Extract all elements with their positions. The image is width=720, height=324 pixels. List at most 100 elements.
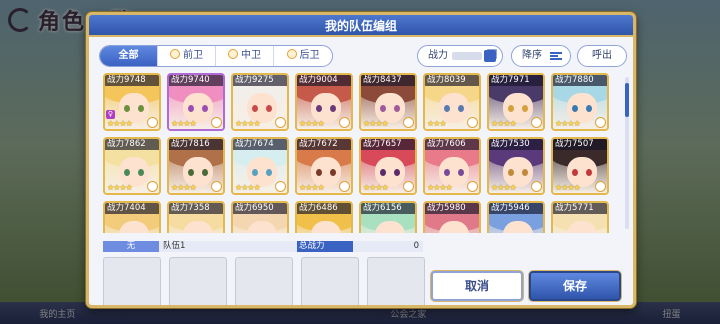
portrait-eye [266,169,272,176]
portrait-eye [458,169,464,176]
portrait-eye [508,105,514,112]
star-rating: ★★★★ [299,119,325,128]
star-rating: ★★★★ [107,119,133,128]
portrait-eye [508,169,514,176]
character-card[interactable]: 战力7358 [167,201,225,233]
sort-order-button[interactable]: 降序 [511,45,571,67]
character-card[interactable]: 战力6486 [295,201,353,233]
portrait-eye [458,105,464,112]
character-power: 战力5771 [553,203,607,214]
character-power: 战力8437 [361,75,415,86]
character-card[interactable]: 战力7404 [103,201,161,233]
team-slot-3[interactable] [235,257,293,305]
character-card[interactable]: 战力7507 ★★★★ [551,137,609,195]
scrollbar-thumb[interactable] [625,83,629,117]
star-rating: ★★★★ [363,119,389,128]
character-card[interactable]: 战力7862 ★★★★ [103,137,161,195]
character-card[interactable]: 战力7606 ★★★★ [423,137,481,195]
portrait-eye [572,105,578,112]
save-button[interactable]: 保存 [529,271,621,301]
portrait-eye [522,169,528,176]
team-slot-2[interactable] [169,257,227,305]
character-card[interactable]: 战力7672 ★★★★ [295,137,353,195]
equipment-icon [467,181,478,192]
character-card[interactable]: 战力7816 ★★★★ [167,137,225,195]
character-power: 战力8039 [425,75,479,86]
portrait-eye [380,105,386,112]
character-power: 战力5980 [425,203,479,214]
character-card[interactable]: 战力7530 ★★★★ [487,137,545,195]
portrait-eye [522,105,528,112]
sort-by-power-button[interactable]: 战力 [417,45,503,67]
portrait-eye [330,169,336,176]
tab-all-label: 全部 [118,50,139,61]
character-card[interactable]: 战力5771 [551,201,609,233]
character-card[interactable]: 战力5980 [423,201,481,233]
sort-by-power-label: 战力 [428,50,448,61]
team-edit-dialog: 我的队伍编组 全部 前卫 中卫 后卫 战力 降序 呼出 战力9748 ★★★★ ♀ 战… [86,12,636,308]
star-rating: ★★★★ [491,119,517,128]
character-card[interactable]: 战力5946 [487,201,545,233]
character-card[interactable]: 战力7880 ★★★★ [551,73,609,131]
character-power: 战力7672 [297,139,351,150]
equipment-icon [467,117,478,128]
character-card[interactable]: 战力9004 ★★★★ [295,73,353,131]
total-power-label: 总战力 [297,241,353,252]
team-slot-1[interactable] [103,257,161,305]
grid-scrollbar[interactable] [625,77,629,229]
character-card[interactable]: 战力9740 ★★★★ [167,73,225,131]
star-rating: ★★★★ [491,183,517,192]
character-power: 战力7862 [105,139,159,150]
character-card[interactable]: 战力6950 [231,201,289,233]
front-position-icon [170,49,180,59]
character-power: 战力5946 [489,203,543,214]
portrait-eye [572,169,578,176]
equipment-icon [595,117,606,128]
rank-badge-icon: ♀ [106,110,115,119]
character-card[interactable]: 战力7674 ★★★★ [231,137,289,195]
power-bar-icon [452,52,482,60]
team-panel: 无 队伍1 总战力 0 取消 保存 [89,237,633,305]
character-card[interactable]: 战力6156 [359,201,417,233]
character-card[interactable]: 战力9748 ★★★★ ♀ [103,73,161,131]
portrait-eye [316,105,322,112]
portrait-eye [202,169,208,176]
star-rating: ★★★★ [235,119,261,128]
team-info-bar: 无 队伍1 总战力 0 [103,241,423,252]
portrait-eye [330,105,336,112]
character-card[interactable]: 战力9275 ★★★★ [231,73,289,131]
team-name: 队伍1 [159,241,297,252]
portrait-eye [124,169,130,176]
equipment-icon [339,117,350,128]
character-card[interactable]: 战力7657 ★★★★ [359,137,417,195]
character-power: 战力9748 [105,75,159,86]
equipment-icon [275,181,286,192]
call-label: 呼出 [592,50,612,61]
tab-middle-label: 中卫 [241,50,261,61]
team-slot-4[interactable] [301,257,359,305]
character-card[interactable]: 战力7971 ★★★★ [487,73,545,131]
tab-back[interactable]: 后卫 [274,46,332,66]
character-power: 战力6156 [361,203,415,214]
equipment-icon [147,181,158,192]
equipment-icon [339,181,350,192]
portrait-eye [586,105,592,112]
portrait-eye [444,105,450,112]
portrait-eye [444,169,450,176]
character-card[interactable]: 战力8039 ★★★ [423,73,481,131]
star-rating: ★★★★ [555,119,581,128]
portrait-eye [138,169,144,176]
team-slot-5[interactable] [367,257,425,305]
character-power: 战力7358 [169,203,223,214]
call-button[interactable]: 呼出 [577,45,627,67]
character-power: 战力7657 [361,139,415,150]
cancel-button[interactable]: 取消 [431,271,523,301]
character-power: 战力7816 [169,139,223,150]
tab-all[interactable]: 全部 [100,46,158,66]
tab-middle[interactable]: 中卫 [216,46,274,66]
character-card[interactable]: 战力8437 ★★★★ [359,73,417,131]
tab-front[interactable]: 前卫 [158,46,216,66]
portrait-eye [380,169,386,176]
character-power: 战力7971 [489,75,543,86]
star-rating: ★★★★ [171,119,197,128]
